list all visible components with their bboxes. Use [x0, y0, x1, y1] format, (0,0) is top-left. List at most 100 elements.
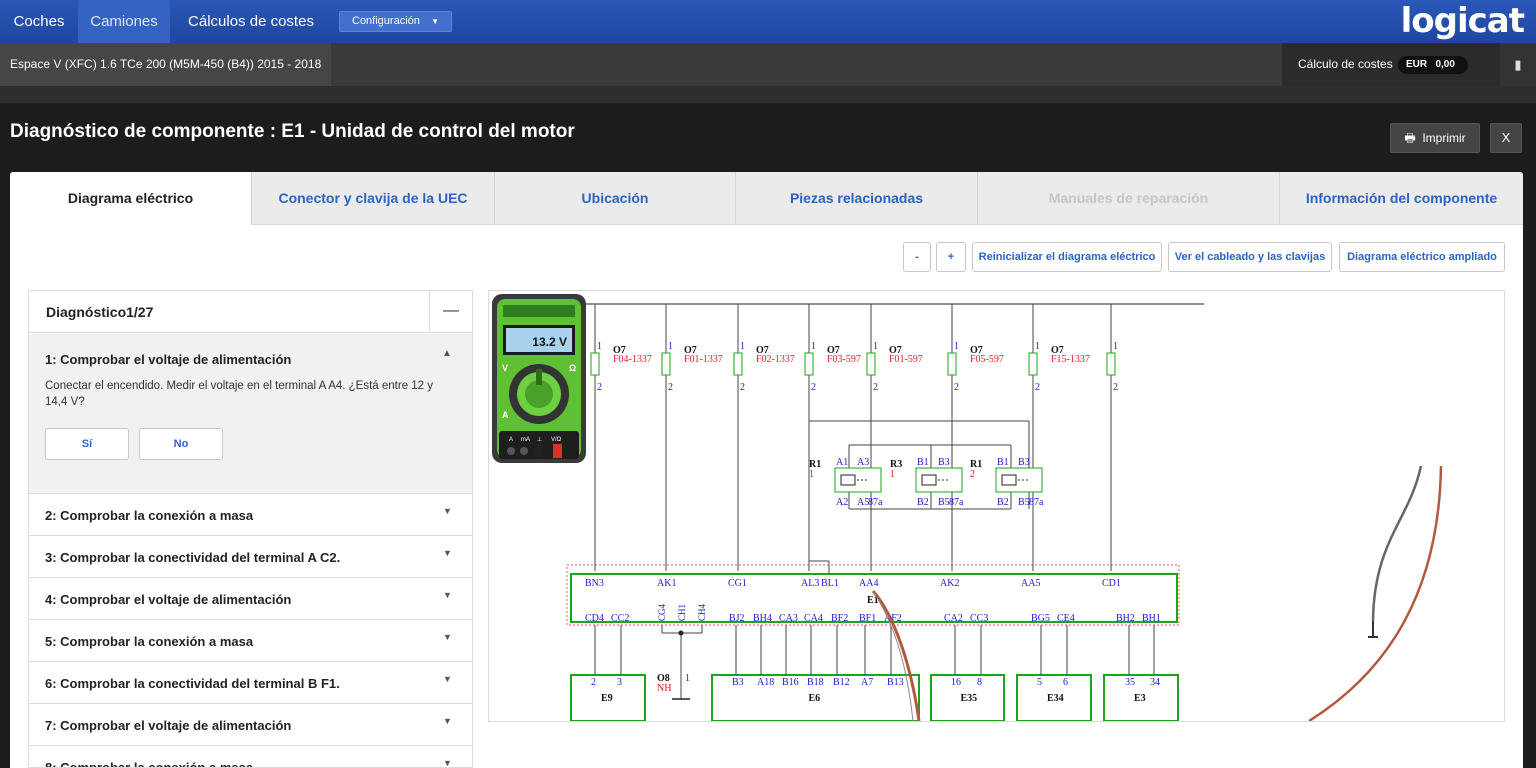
- ecu-pin-label: BH1: [1142, 613, 1161, 624]
- cost-label: Cálculo de costes: [1298, 57, 1393, 71]
- configuration-label: Configuración: [352, 15, 420, 27]
- multimeter[interactable]: 13.2 V V Ω A A mA ⊥ V/Ω: [489, 291, 589, 466]
- step-label: 8: Comprobar la conexión a masa: [45, 760, 254, 768]
- connector-name: E3: [1134, 693, 1146, 704]
- relay-pin-label: B1: [997, 457, 1009, 468]
- fuse-pin-label: 1: [954, 341, 959, 352]
- ecu-pin-label: CD4: [585, 613, 604, 624]
- ground-label: NH: [657, 683, 671, 694]
- ecu-pin-label: AL3: [801, 578, 819, 589]
- collapse-icon[interactable]: —: [429, 291, 472, 333]
- fuse-code: F01-597: [889, 354, 923, 365]
- connector-pin-label: B12: [833, 677, 850, 688]
- relay-number: 1: [809, 469, 814, 480]
- ecu-pin-label: BF2: [831, 613, 848, 624]
- ecu-pin-label: BG5: [1031, 613, 1050, 624]
- page-title: Diagnóstico de componente : E1 - Unidad …: [10, 121, 575, 142]
- fuse-code: F03-597: [827, 354, 861, 365]
- connector-pin-label: 35: [1125, 677, 1135, 688]
- connector-pin-label: 5: [1037, 677, 1042, 688]
- ecu-pin-label: CG1: [728, 578, 747, 589]
- relay-pin-label: B5: [1018, 497, 1030, 508]
- diagnostic-header: Diagnóstico1/27 —: [29, 291, 472, 333]
- chevron-down-icon: ▼: [443, 758, 452, 768]
- ecu-pin-label: CH1: [677, 604, 687, 621]
- connector-pin-label: 2: [591, 677, 596, 688]
- step-title[interactable]: 1: Comprobar el voltaje de alimentación: [45, 352, 291, 367]
- component-panel: Diagrama eléctrico Conector y clavija de…: [10, 172, 1523, 768]
- tab-related-parts[interactable]: Piezas relacionadas: [735, 172, 977, 225]
- step-item[interactable]: 4: Comprobar el voltaje de alimentación ▼: [29, 578, 472, 620]
- zoom-out-button[interactable]: -: [903, 242, 931, 272]
- step-item[interactable]: 7: Comprobar el voltaje de alimentación ▼: [29, 704, 472, 746]
- fuse-pin-label: 2: [597, 382, 602, 393]
- close-button[interactable]: X: [1490, 123, 1522, 153]
- step-item[interactable]: 2: Comprobar la conexión a masa ▼: [29, 494, 472, 536]
- connector-name: E6: [809, 693, 821, 704]
- divider-strip: [0, 86, 1536, 103]
- step-item[interactable]: 5: Comprobar la conexión a masa ▼: [29, 620, 472, 662]
- tab-ecu-connector[interactable]: Conector y clavija de la UEC: [251, 172, 494, 225]
- fuse-code: F15-1337: [1051, 354, 1090, 365]
- relay-pin-label: A1: [836, 457, 848, 468]
- connector-pin-label: 16: [951, 677, 961, 688]
- tab-component-info[interactable]: Información del componente: [1279, 172, 1523, 225]
- amp-label: A: [502, 410, 509, 420]
- configuration-dropdown[interactable]: Configuración ▼: [339, 11, 452, 32]
- fuse-pin-label: 1: [1113, 341, 1118, 352]
- diagnostic-accordion: Diagnóstico1/27 — 1: Comprobar el voltaj…: [28, 290, 473, 768]
- chevron-down-icon: ▼: [443, 716, 452, 726]
- wiring-diagram-canvas[interactable]: 3012O7F03-133712O7F04-133712O7F01-133712…: [489, 291, 1504, 721]
- fuse-pin-label: 2: [1113, 382, 1118, 393]
- step-instructions: Conectar el encendido. Medir el voltaje …: [45, 380, 434, 408]
- fuse-pin-label: 2: [1035, 382, 1040, 393]
- ecu-pin-label: BN3: [585, 578, 604, 589]
- tab-location[interactable]: Ubicación: [494, 172, 735, 225]
- step-item[interactable]: 6: Comprobar la conectividad del termina…: [29, 662, 472, 704]
- ecu-pin-label: BH4: [753, 613, 772, 624]
- relay-pin-label: B3: [938, 457, 950, 468]
- yes-button[interactable]: Sí: [45, 428, 129, 460]
- connector-name: E9: [601, 693, 613, 704]
- connector-pin-label: 8: [977, 677, 982, 688]
- fuse-code: F01-1337: [684, 354, 723, 365]
- view-wiring-button[interactable]: Ver el cableado y las clavijas: [1168, 242, 1332, 272]
- cost-calculation[interactable]: Cálculo de costes EUR 0,00: [1282, 43, 1500, 86]
- relay-number: 2: [970, 469, 975, 480]
- connector-pin-label: A18: [757, 677, 774, 688]
- vehicle-name[interactable]: Espace V (XFC) 1.6 TCe 200 (M5M-450 (B4)…: [0, 43, 332, 86]
- relay-pin-label: A3: [857, 457, 869, 468]
- connector-pin-label: 3: [617, 677, 622, 688]
- voltage-label: V: [502, 363, 508, 373]
- connector-pin-label: 6: [1063, 677, 1068, 688]
- zoom-in-button[interactable]: +: [936, 242, 966, 272]
- relay-pin-label: A2: [836, 497, 848, 508]
- step-item[interactable]: 8: Comprobar la conexión a masa ▼: [29, 746, 472, 768]
- no-button[interactable]: No: [139, 428, 223, 460]
- tab-wiring-diagram[interactable]: Diagrama eléctrico: [10, 172, 251, 225]
- print-button[interactable]: 🖶 Imprimir: [1390, 123, 1480, 153]
- chevron-down-icon: ▼: [443, 632, 452, 642]
- probe-cable-black: [1371, 465, 1423, 622]
- nav-trucks[interactable]: Camiones: [78, 0, 170, 43]
- cost-badge: EUR 0,00: [1398, 56, 1468, 74]
- relay-pin-label: B3: [1018, 457, 1030, 468]
- chevron-down-icon: ▼: [443, 548, 452, 558]
- chevron-down-icon: ▼: [443, 506, 452, 516]
- step-item[interactable]: 3: Comprobar la conectividad del termina…: [29, 536, 472, 578]
- relay-number: 1: [890, 469, 895, 480]
- ecu-pin-label: CA2: [944, 613, 963, 624]
- relay-pin-label: B1: [917, 457, 929, 468]
- relay-pin-label: B2: [917, 497, 929, 508]
- calculator-icon[interactable]: ▮: [1500, 43, 1536, 86]
- wiring-diagram[interactable]: 3012O7F03-133712O7F04-133712O7F01-133712…: [488, 290, 1505, 722]
- nav-cost-calculations[interactable]: Cálculos de costes: [176, 0, 326, 43]
- enlarged-diagram-button[interactable]: Diagrama eléctrico ampliado: [1339, 242, 1505, 272]
- reset-diagram-button[interactable]: Reinicializar el diagrama eléctrico: [972, 242, 1162, 272]
- chevron-down-icon: ▼: [443, 674, 452, 684]
- chevron-up-icon[interactable]: ▲: [442, 348, 452, 359]
- nav-cars[interactable]: Coches: [0, 0, 78, 43]
- fuse: [1106, 352, 1116, 376]
- connector-pin-label: 34: [1150, 677, 1160, 688]
- connector-name: E34: [1047, 693, 1064, 704]
